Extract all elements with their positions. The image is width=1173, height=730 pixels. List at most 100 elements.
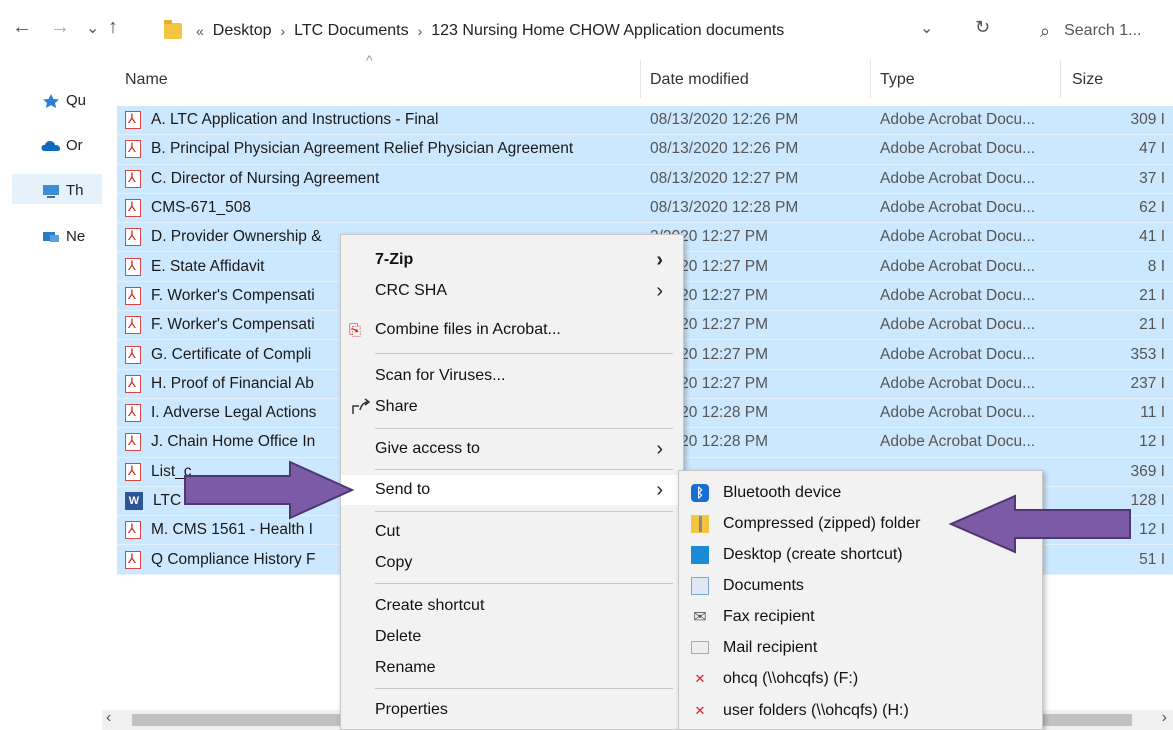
pdf-file-icon [125, 345, 141, 364]
acrobat-combine-icon: ⎘ [349, 321, 362, 339]
file-name: F. Worker's Compensati [151, 286, 315, 304]
network-drive-icon: ✕ [694, 702, 706, 718]
file-name-cell: B. Principal Physician Agreement Relief … [125, 140, 573, 159]
refresh-button[interactable]: ↻ [975, 17, 990, 38]
file-name: Q Compliance History F [151, 550, 316, 568]
file-name: H. Proof of Financial Ab [151, 374, 314, 392]
star-icon [43, 93, 59, 108]
search-input[interactable]: ⌕ Search 1... [1040, 13, 1173, 49]
file-size: 369 I [1130, 462, 1165, 480]
breadcrumb-ltc-documents[interactable]: LTC Documents [294, 22, 408, 40]
file-size: 21 I [1139, 286, 1165, 304]
nav-network[interactable]: Ne [40, 228, 85, 245]
menu-item-scan-viruses[interactable]: Scan for Viruses... [341, 361, 683, 391]
network-drive-icon: ✕ [694, 670, 706, 686]
file-type: Adobe Acrobat Docu... [880, 140, 1036, 158]
pdf-file-icon [125, 228, 141, 247]
address-dropdown-button[interactable]: ⌄ [920, 18, 933, 38]
pdf-file-icon [125, 257, 141, 276]
file-name-cell: F. Worker's Compensati [125, 316, 315, 335]
menu-separator [375, 583, 673, 584]
breadcrumb-desktop[interactable]: Desktop [213, 22, 272, 40]
menu-item-rename[interactable]: Rename [341, 653, 683, 683]
search-icon: ⌕ [1040, 20, 1051, 41]
nav-this-pc[interactable]: Th [40, 182, 84, 199]
word-file-icon: W [125, 492, 143, 510]
sendto-mail[interactable]: Mail recipient [679, 632, 1042, 663]
annotation-arrow-right [184, 460, 355, 520]
pdf-file-icon [125, 316, 141, 335]
file-name-cell: J. Chain Home Office In [125, 433, 316, 452]
file-type: Adobe Acrobat Docu... [880, 169, 1036, 187]
menu-item-delete[interactable]: Delete [341, 622, 683, 652]
file-type: Adobe Acrobat Docu... [880, 199, 1036, 217]
up-button[interactable]: ↑ [108, 16, 118, 39]
sendto-documents[interactable]: Documents [679, 570, 1042, 601]
file-size: 37 I [1139, 169, 1165, 187]
nav-quick-access[interactable]: Qu [40, 92, 86, 109]
file-name-cell: CMS-671_508 [125, 199, 251, 218]
menu-item-combine-acrobat[interactable]: ⎘ Combine files in Acrobat... [341, 315, 683, 345]
forward-button[interactable]: → [50, 16, 70, 39]
menu-item-7zip[interactable]: 7-Zip › [341, 245, 683, 275]
menu-item-give-access[interactable]: Give access to › [341, 434, 683, 464]
address-box[interactable]: « Desktop › LTC Documents › 123 Nursing … [164, 13, 954, 49]
file-type: Adobe Acrobat Docu... [880, 111, 1036, 129]
sendto-drive-f[interactable]: ✕ ohcq (\\ohcqfs) (F:) [679, 663, 1042, 694]
menu-item-crc-sha[interactable]: CRC SHA › [341, 276, 683, 306]
file-date: 08/13/2020 12:26 PM [650, 111, 799, 129]
menu-item-send-to[interactable]: Send to › [341, 475, 683, 505]
menu-item-cut[interactable]: Cut [341, 517, 683, 547]
breadcrumb-overflow[interactable]: « [196, 23, 204, 39]
scroll-left-button[interactable]: ‹ [106, 709, 111, 727]
column-divider [870, 60, 871, 98]
menu-item-copy[interactable]: Copy [341, 548, 683, 578]
file-name: CMS-671_508 [151, 199, 251, 217]
back-button[interactable]: ← [12, 16, 32, 39]
documents-icon [691, 576, 709, 595]
scroll-right-button[interactable]: › [1162, 709, 1167, 727]
sendto-drive-h[interactable]: ✕ user folders (\\ohcqfs) (H:) [679, 695, 1042, 726]
file-date: 08/13/2020 12:26 PM [650, 140, 799, 158]
menu-item-share[interactable]: Share [341, 392, 683, 422]
menu-separator [375, 428, 673, 429]
menu-item-properties[interactable]: Properties [341, 695, 683, 725]
file-size: 62 I [1139, 199, 1165, 217]
fax-icon: ✉ [693, 608, 707, 626]
pdf-file-icon [125, 433, 141, 452]
file-date: 08/13/2020 12:28 PM [650, 199, 799, 217]
breadcrumb-current-folder[interactable]: 123 Nursing Home CHOW Application docume… [431, 22, 784, 40]
file-name-cell: A. LTC Application and Instructions - Fi… [125, 111, 438, 130]
file-type: Adobe Acrobat Docu... [880, 345, 1036, 363]
file-size: 47 I [1139, 140, 1165, 158]
file-row[interactable]: A. LTC Application and Instructions - Fi… [117, 106, 1173, 136]
file-row[interactable]: B. Principal Physician Agreement Relief … [117, 135, 1173, 165]
file-name-cell: E. State Affidavit [125, 257, 264, 276]
column-header-size[interactable]: Size [1072, 62, 1103, 98]
file-row[interactable]: C. Director of Nursing Agreement 08/13/20… [117, 164, 1173, 194]
file-row[interactable]: CMS-671_508 08/13/2020 12:28 PM Adobe Acro… [117, 193, 1173, 224]
pdf-file-icon [125, 462, 141, 481]
pdf-file-icon [125, 374, 141, 393]
file-type: Adobe Acrobat Docu... [880, 404, 1036, 422]
nav-onedrive[interactable]: Or [40, 137, 83, 154]
file-name-cell: D. Provider Ownership & [125, 228, 322, 247]
column-divider [1060, 60, 1061, 98]
column-header-name[interactable]: Name [125, 62, 168, 98]
column-header-date[interactable]: Date modified [650, 62, 749, 98]
column-header-type[interactable]: Type [880, 62, 915, 98]
share-icon [352, 398, 371, 414]
file-name: J. Chain Home Office In [151, 433, 316, 451]
file-name: G. Certificate of Compli [151, 345, 312, 363]
address-bar: ← → ⌄ ↑ « Desktop › LTC Documents › 123 … [0, 0, 1173, 60]
file-name-cell: F. Worker's Compensati [125, 286, 315, 305]
recent-locations-button[interactable]: ⌄ [86, 18, 99, 38]
file-type: Adobe Acrobat Docu... [880, 374, 1036, 392]
file-type: Adobe Acrobat Docu... [880, 257, 1036, 275]
search-placeholder: Search 1... [1064, 22, 1142, 39]
file-name: F. Worker's Compensati [151, 316, 315, 334]
sendto-fax[interactable]: ✉ Fax recipient [679, 601, 1042, 632]
menu-item-create-shortcut[interactable]: Create shortcut [341, 591, 683, 621]
file-size: 128 I [1130, 492, 1165, 509]
file-type: Adobe Acrobat Docu... [880, 316, 1036, 334]
